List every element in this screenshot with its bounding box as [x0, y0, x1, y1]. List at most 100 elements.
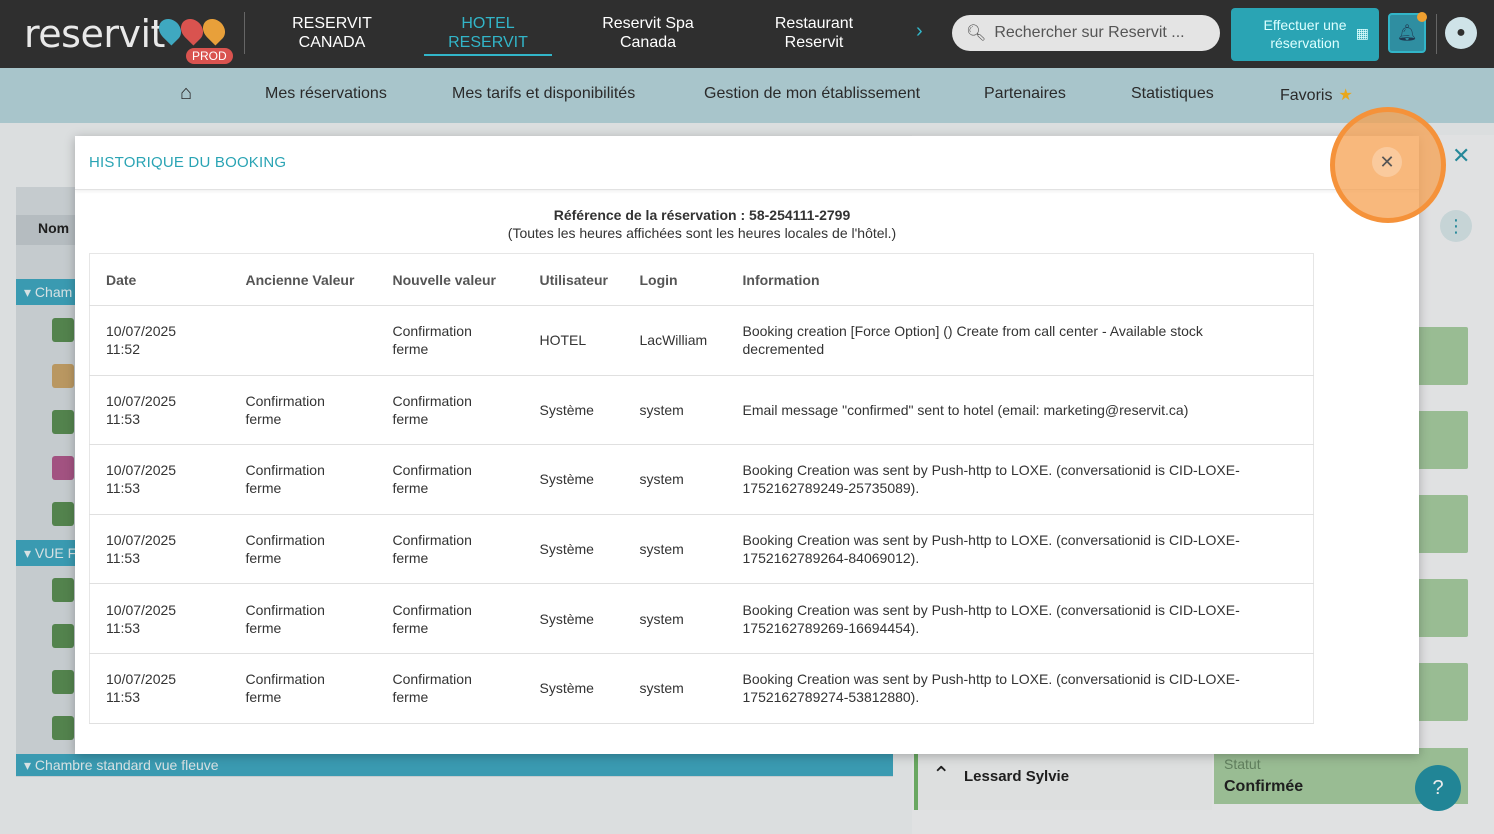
cell-login: system	[623, 653, 727, 724]
cell-user: Système	[523, 653, 624, 724]
cell-line: Booking Creation was sent by Push-http t…	[742, 601, 1240, 618]
user-icon: ●	[1456, 24, 1466, 41]
cell-line: ferme	[392, 341, 429, 358]
spa-pin-icon	[198, 14, 230, 46]
close-icon[interactable]: ✕	[1372, 147, 1402, 177]
cell-line: 1752162789269-16694454).	[742, 619, 920, 636]
tab-restaurant-reservit[interactable]: Restaurant Reservit	[770, 14, 858, 52]
tab-label-line: Reservit Spa	[602, 15, 694, 32]
cell-date: 10/07/2025 11:52	[89, 305, 230, 376]
cell-line: Confirmation	[392, 462, 472, 479]
main-nav: ⌂ Mes réservations Mes tarifs et disponi…	[0, 68, 1494, 123]
nav-partenaires[interactable]: Partenaires	[984, 85, 1066, 103]
cell-login: system	[623, 514, 727, 585]
modal-title: HISTORIQUE DU BOOKING	[89, 154, 287, 171]
cell-line: ferme	[392, 619, 429, 636]
divider	[244, 12, 245, 54]
cell-line: ferme	[392, 480, 429, 497]
cell-line: Booking creation [Force Option] () Creat…	[742, 323, 1203, 340]
cell-line: LacWilliam	[639, 332, 708, 349]
nav-gestion-etablissement[interactable]: Gestion de mon établissement	[704, 85, 920, 103]
cell-date: 10/07/2025 11:53	[89, 653, 230, 724]
cell-information: Booking creation [Force Option] () Creat…	[726, 305, 1314, 376]
nav-tarifs-disponibilites[interactable]: Mes tarifs et disponibilités	[452, 85, 635, 103]
tab-label-line: Canada	[619, 34, 677, 51]
cell-line: 11:52	[106, 341, 140, 358]
user-avatar[interactable]: ●	[1445, 17, 1477, 49]
cell-date: 10/07/2025 11:53	[89, 583, 230, 654]
cell-date: 10/07/2025 11:53	[89, 514, 230, 585]
cell-user: Système	[523, 444, 624, 515]
cell-old-value: Confirmation ferme	[229, 514, 377, 585]
cell-line: system	[639, 541, 684, 558]
tab-hotel-reservit[interactable]: HOTEL RESERVIT	[424, 14, 552, 56]
cell-old-value: Confirmation ferme	[229, 375, 377, 446]
cell-line: Système	[539, 610, 594, 627]
nav-favoris[interactable]: Favoris ★	[1280, 85, 1353, 105]
cell-line: system	[639, 680, 684, 697]
booking-reference: Référence de la réservation : 58-254111-…	[553, 207, 851, 223]
cell-line: ferme	[245, 689, 282, 706]
cell-line: Confirmation	[392, 601, 472, 618]
booking-history-modal: HISTORIQUE DU BOOKING Référence de la ré…	[75, 136, 1419, 754]
divider	[1436, 14, 1437, 54]
nav-statistiques[interactable]: Statistiques	[1131, 85, 1214, 103]
cell-line: Confirmation	[245, 532, 325, 549]
tab-label-line: RESERVIT	[292, 15, 372, 32]
home-icon[interactable]: ⌂	[180, 82, 192, 105]
cell-date: 10/07/2025 11:53	[89, 375, 230, 446]
search-icon: 🔍︎	[966, 25, 987, 42]
col-old-value: Ancienne Valeur	[229, 253, 377, 306]
cell-information: Booking Creation was sent by Push-http t…	[726, 514, 1314, 585]
cell-information: Booking Creation was sent by Push-http t…	[726, 583, 1314, 654]
timezone-note: (Toutes les heures affichées sont les he…	[507, 225, 897, 241]
cell-line: Confirmation	[245, 392, 325, 409]
top-bar: reservit PROD RESERVIT CANADA HOTEL RESE…	[0, 0, 1494, 68]
prod-badge: PROD	[186, 48, 233, 64]
cell-new-value: Confirmation ferme	[376, 375, 524, 446]
tab-reservit-spa-canada[interactable]: Reservit Spa Canada	[598, 14, 698, 52]
cell-line: 10/07/2025	[106, 671, 177, 688]
tab-reservit-canada[interactable]: RESERVIT CANADA	[290, 14, 374, 52]
cell-line: ferme	[392, 689, 429, 706]
cell-line: 10/07/2025	[106, 323, 177, 340]
nav-mes-reservations[interactable]: Mes réservations	[265, 85, 387, 103]
tab-label-line: Reservit	[784, 34, 844, 51]
cell-line: Email message "confirmed" sent to hotel …	[742, 401, 1189, 418]
cell-line: Booking Creation was sent by Push-http t…	[742, 532, 1240, 549]
cell-old-value	[229, 305, 377, 376]
make-reservation-button[interactable]: Effectuer une réservation ▦	[1231, 8, 1379, 61]
col-date: Date	[89, 253, 230, 306]
cell-line: HOTEL	[539, 332, 587, 349]
cell-new-value: Confirmation ferme	[376, 444, 524, 515]
cell-information: Booking Creation was sent by Push-http t…	[726, 444, 1314, 515]
cell-line: 1752162789249-25735089).	[742, 480, 920, 497]
cell-old-value: Confirmation ferme	[229, 444, 377, 515]
col-login: Login	[623, 253, 727, 306]
cell-line: 11:53	[106, 410, 140, 427]
cell-line: Booking Creation was sent by Push-http t…	[742, 671, 1240, 688]
notifications-button[interactable]: 🔔︎	[1388, 12, 1427, 53]
cell-user: HOTEL	[523, 305, 624, 376]
reservit-logo[interactable]: reservit	[24, 12, 165, 56]
bell-icon: 🔔︎	[1396, 25, 1418, 42]
cell-line: Confirmation	[392, 532, 472, 549]
cell-line: 1752162789274-53812880).	[742, 689, 920, 706]
modal-header: HISTORIQUE DU BOOKING	[75, 136, 1419, 190]
cell-login: system	[623, 444, 727, 515]
chevron-right-icon[interactable]: ›	[916, 20, 923, 43]
cell-line: ferme	[245, 410, 282, 427]
cell-line: Système	[539, 471, 594, 488]
col-information: Information	[726, 253, 1314, 306]
cell-line: Booking Creation was sent by Push-http t…	[742, 462, 1240, 479]
table-row: 10/07/2025 11:53 Confirmation ferme Confirma…	[89, 444, 1314, 515]
cell-line: 10/07/2025	[106, 601, 177, 618]
calendar-icon: ▦	[1355, 25, 1369, 41]
tab-label-line: Restaurant	[774, 15, 854, 32]
search-input[interactable]: 🔍︎ Rechercher sur Reservit ...	[952, 15, 1220, 51]
cell-line: 11:53	[106, 619, 140, 636]
notification-dot	[1417, 12, 1427, 22]
cell-line: Confirmation	[392, 392, 472, 409]
cell-new-value: Confirmation ferme	[376, 305, 524, 376]
cell-login: LacWilliam	[623, 305, 727, 376]
